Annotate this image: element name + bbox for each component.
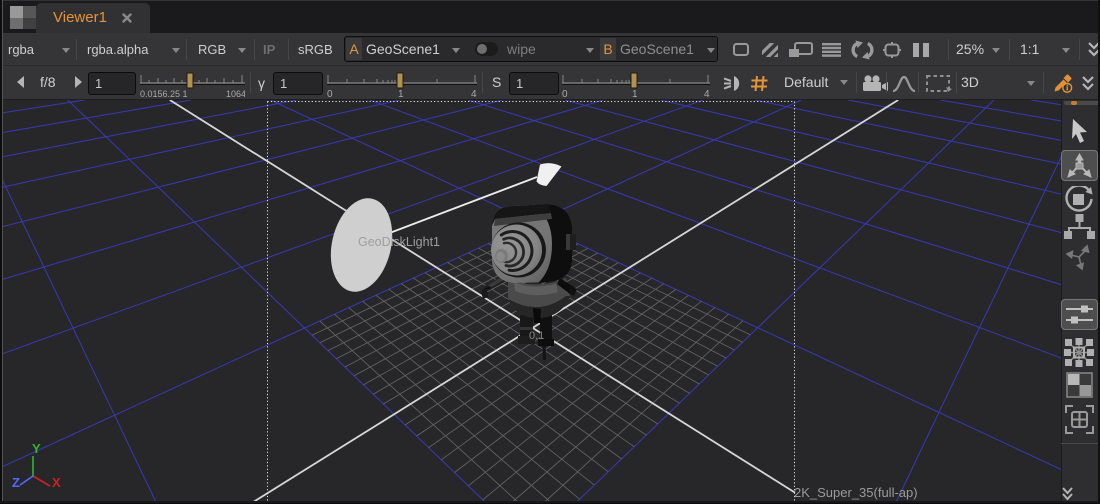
svg-text:0: 0 [327,89,333,99]
svg-text:2K_Super_35(full-ap): 2K_Super_35(full-ap) [794,485,918,500]
svg-text:1: 1 [398,89,404,99]
svg-text:0.0156.25 1: 0.0156.25 1 [140,89,188,99]
svg-text:Y: Y [32,441,41,456]
svg-text:Z: Z [12,475,20,490]
svg-text:4: 4 [704,89,710,99]
svg-text:0: 0 [562,89,568,99]
svg-text:1: 1 [632,89,638,99]
svg-text:1064: 1064 [226,89,245,99]
svg-text:GeoDiskLight1: GeoDiskLight1 [358,235,440,249]
svg-text:0.1: 0.1 [529,330,544,342]
svg-text:4: 4 [471,89,477,99]
svg-text:X: X [52,475,61,490]
